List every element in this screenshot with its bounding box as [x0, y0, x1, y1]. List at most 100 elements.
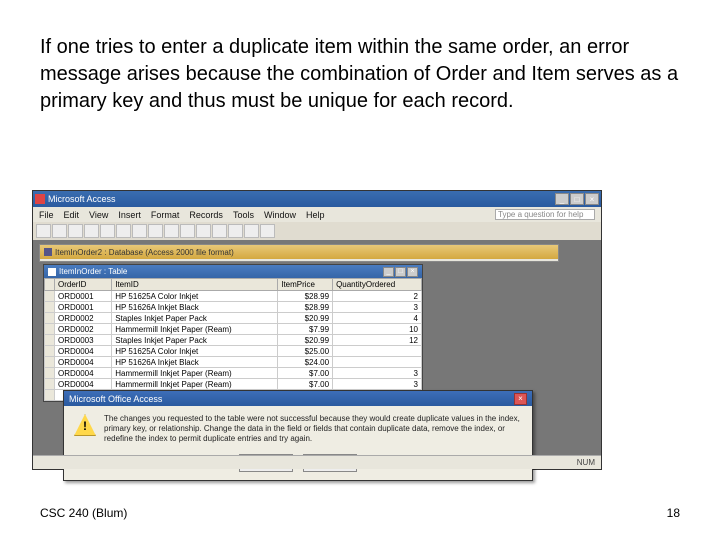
cell-itemid[interactable]: HP 51626A Inkjet Black	[112, 357, 278, 368]
table-window-titlebar[interactable]: ItemInOrder : Table _ □ ×	[44, 265, 422, 278]
table-close-button[interactable]: ×	[407, 267, 418, 277]
cell-price[interactable]: $24.00	[278, 357, 333, 368]
error-body: The changes you requested to the table w…	[64, 406, 532, 454]
menu-help[interactable]: Help	[306, 210, 325, 220]
col-qty[interactable]: QuantityOrdered	[333, 279, 422, 291]
menu-window[interactable]: Window	[264, 210, 296, 220]
toolbar-btn-2[interactable]	[52, 224, 67, 238]
cell-price[interactable]: $20.99	[278, 313, 333, 324]
record-selector[interactable]	[45, 324, 55, 335]
error-titlebar[interactable]: Microsoft Office Access ×	[64, 391, 532, 406]
menu-insert[interactable]: Insert	[118, 210, 141, 220]
cell-price[interactable]: $7.99	[278, 324, 333, 335]
toolbar-btn-15[interactable]	[260, 224, 275, 238]
toolbar-btn-9[interactable]	[164, 224, 179, 238]
toolbar-btn-14[interactable]	[244, 224, 259, 238]
table-row[interactable]: ORD0004Hammermill Inkjet Paper (Ream)$7.…	[45, 368, 422, 379]
cell-price[interactable]: $28.99	[278, 302, 333, 313]
menu-view[interactable]: View	[89, 210, 108, 220]
cell-qty[interactable]: 10	[333, 324, 422, 335]
col-orderid[interactable]: OrderID	[55, 279, 112, 291]
minimize-button[interactable]: _	[555, 193, 569, 205]
cell-qty[interactable]	[333, 357, 422, 368]
maximize-button[interactable]: □	[570, 193, 584, 205]
app-titlebar: Microsoft Access _ □ ×	[33, 191, 601, 207]
cell-orderid[interactable]: ORD0004	[55, 379, 112, 390]
col-itemprice[interactable]: ItemPrice	[278, 279, 333, 291]
cell-qty[interactable]: 12	[333, 335, 422, 346]
cell-price[interactable]: $25.00	[278, 346, 333, 357]
cell-qty[interactable]: 2	[333, 291, 422, 302]
toolbar-btn-6[interactable]	[116, 224, 131, 238]
toolbar-btn-10[interactable]	[180, 224, 195, 238]
toolbar-btn-7[interactable]	[132, 224, 147, 238]
cell-itemid[interactable]: Hammermill Inkjet Paper (Ream)	[112, 379, 278, 390]
table-row[interactable]: ORD0004HP 51626A Inkjet Black$24.00	[45, 357, 422, 368]
menu-edit[interactable]: Edit	[64, 210, 80, 220]
record-selector[interactable]	[45, 390, 55, 401]
record-selector[interactable]	[45, 379, 55, 390]
toolbar-btn-13[interactable]	[228, 224, 243, 238]
close-button[interactable]: ×	[585, 193, 599, 205]
cell-qty[interactable]: 3	[333, 379, 422, 390]
cell-qty[interactable]: 3	[333, 368, 422, 379]
menu-records[interactable]: Records	[189, 210, 223, 220]
cell-price[interactable]: $7.00	[278, 379, 333, 390]
help-search-input[interactable]: Type a question for help	[495, 209, 595, 220]
toolbar-btn-12[interactable]	[212, 224, 227, 238]
cell-qty[interactable]: 3	[333, 302, 422, 313]
table-row[interactable]: ORD0004Hammermill Inkjet Paper (Ream)$7.…	[45, 379, 422, 390]
cell-orderid[interactable]: ORD0004	[55, 357, 112, 368]
record-selector-header[interactable]	[45, 279, 55, 291]
table-minimize-button[interactable]: _	[383, 267, 394, 277]
table-row[interactable]: ORD0002Hammermill Inkjet Paper (Ream)$7.…	[45, 324, 422, 335]
cell-price[interactable]: $20.99	[278, 335, 333, 346]
toolbar-btn-5[interactable]	[100, 224, 115, 238]
cell-orderid[interactable]: ORD0002	[55, 324, 112, 335]
cell-price[interactable]: $28.99	[278, 291, 333, 302]
menu-file[interactable]: File	[39, 210, 54, 220]
cell-orderid[interactable]: ORD0001	[55, 302, 112, 313]
table-row[interactable]: ORD0003Staples Inkjet Paper Pack$20.9912	[45, 335, 422, 346]
menu-format[interactable]: Format	[151, 210, 180, 220]
cell-orderid[interactable]: ORD0001	[55, 291, 112, 302]
toolbar-btn-1[interactable]	[36, 224, 51, 238]
record-selector[interactable]	[45, 346, 55, 357]
cell-qty[interactable]	[333, 346, 422, 357]
cell-itemid[interactable]: Hammermill Inkjet Paper (Ream)	[112, 368, 278, 379]
record-selector[interactable]	[45, 368, 55, 379]
table-row[interactable]: ORD0001HP 51625A Color Inkjet$28.992	[45, 291, 422, 302]
record-selector[interactable]	[45, 291, 55, 302]
cell-orderid[interactable]: ORD0002	[55, 313, 112, 324]
cell-itemid[interactable]: HP 51625A Color Inkjet	[112, 291, 278, 302]
database-window-titlebar[interactable]: ItemInOrder2 : Database (Access 2000 fil…	[40, 245, 558, 259]
access-app-icon	[35, 194, 45, 204]
table-row[interactable]: ORD0001HP 51626A Inkjet Black$28.993	[45, 302, 422, 313]
statusbar-numlock: NUM	[577, 458, 595, 467]
cell-orderid[interactable]: ORD0004	[55, 346, 112, 357]
cell-itemid[interactable]: Staples Inkjet Paper Pack	[112, 313, 278, 324]
datasheet-grid[interactable]: OrderID ItemID ItemPrice QuantityOrdered…	[44, 278, 422, 401]
toolbar-btn-3[interactable]	[68, 224, 83, 238]
error-close-button[interactable]: ×	[514, 393, 527, 405]
cell-orderid[interactable]: ORD0003	[55, 335, 112, 346]
table-row[interactable]: ORD0004HP 51625A Color Inkjet$25.00	[45, 346, 422, 357]
record-selector[interactable]	[45, 335, 55, 346]
record-selector[interactable]	[45, 357, 55, 368]
cell-orderid[interactable]: ORD0004	[55, 368, 112, 379]
col-itemid[interactable]: ItemID	[112, 279, 278, 291]
toolbar-btn-4[interactable]	[84, 224, 99, 238]
cell-itemid[interactable]: Hammermill Inkjet Paper (Ream)	[112, 324, 278, 335]
table-maximize-button[interactable]: □	[395, 267, 406, 277]
table-row[interactable]: ORD0002Staples Inkjet Paper Pack$20.994	[45, 313, 422, 324]
toolbar-btn-11[interactable]	[196, 224, 211, 238]
cell-itemid[interactable]: HP 51625A Color Inkjet	[112, 346, 278, 357]
record-selector[interactable]	[45, 302, 55, 313]
toolbar-btn-8[interactable]	[148, 224, 163, 238]
cell-itemid[interactable]: HP 51626A Inkjet Black	[112, 302, 278, 313]
cell-qty[interactable]: 4	[333, 313, 422, 324]
menu-tools[interactable]: Tools	[233, 210, 254, 220]
cell-itemid[interactable]: Staples Inkjet Paper Pack	[112, 335, 278, 346]
record-selector[interactable]	[45, 313, 55, 324]
cell-price[interactable]: $7.00	[278, 368, 333, 379]
